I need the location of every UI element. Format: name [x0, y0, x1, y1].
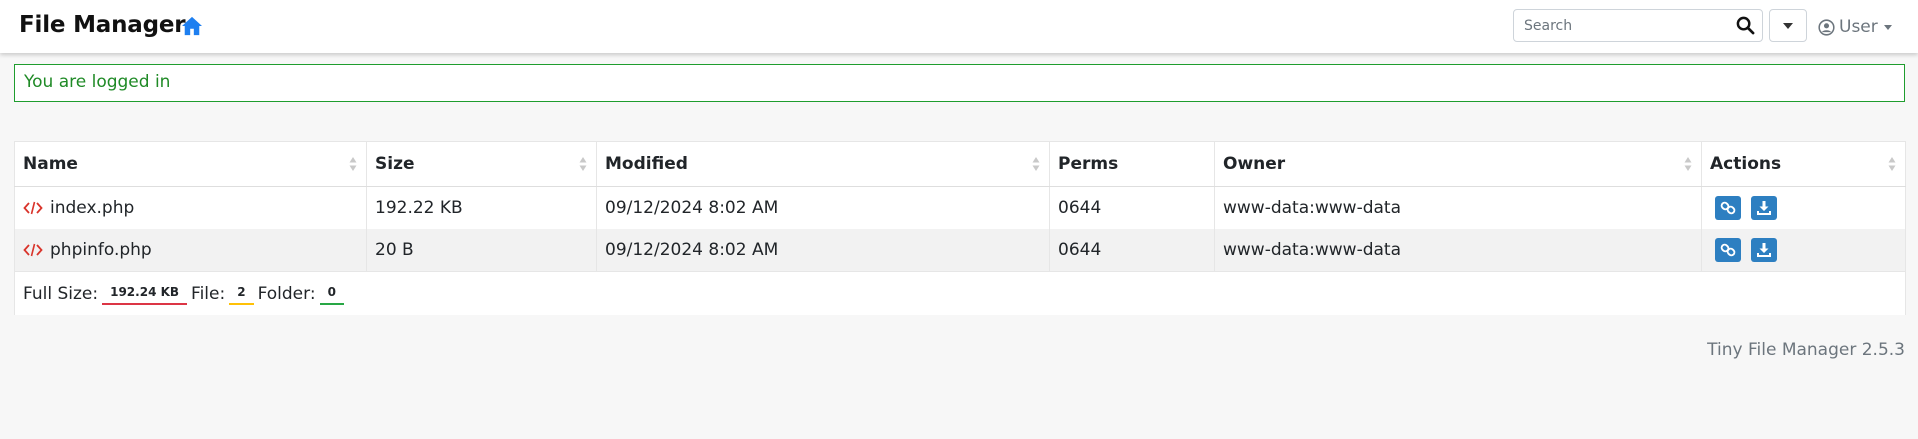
download-icon — [1757, 243, 1771, 257]
column-header-size[interactable]: Size — [366, 141, 597, 187]
file-actions — [1701, 229, 1906, 272]
column-header-owner[interactable]: Owner — [1214, 141, 1702, 187]
file-name-link[interactable]: phpinfo.php — [50, 240, 152, 260]
file-name-link[interactable]: index.php — [50, 198, 134, 218]
folder-count-badge: 0 — [319, 282, 344, 305]
column-header-modified[interactable]: Modified — [596, 141, 1050, 187]
sort-icon — [1888, 157, 1896, 171]
table-header-row: Name Size Modified Perms Owner Actions — [14, 141, 1906, 187]
file-count-badge: 2 — [229, 282, 254, 305]
file-table: Name Size Modified Perms Owner Actions i… — [14, 141, 1906, 315]
file-name-cell[interactable]: phpinfo.php — [14, 229, 367, 272]
home-icon[interactable] — [181, 16, 203, 36]
file-name-cell[interactable]: index.php — [14, 186, 367, 229]
direct-link-button[interactable] — [1715, 238, 1741, 262]
app-version: Tiny File Manager 2.5.3 — [1707, 340, 1905, 360]
file-count-label: File: — [191, 283, 226, 304]
download-button[interactable] — [1751, 238, 1777, 262]
file-owner: www-data:www-data — [1214, 229, 1702, 272]
table-row: phpinfo.php 20 B 09/12/2024 8:02 AM 0644… — [14, 229, 1906, 272]
column-header-actions[interactable]: Actions — [1701, 141, 1906, 187]
table-row: index.php 192.22 KB 09/12/2024 8:02 AM 0… — [14, 186, 1906, 229]
download-button[interactable] — [1751, 196, 1777, 220]
chevron-down-icon — [1883, 24, 1892, 30]
file-actions — [1701, 186, 1906, 229]
file-modified: 09/12/2024 8:02 AM — [596, 186, 1050, 229]
code-icon — [23, 243, 43, 257]
column-header-name[interactable]: Name — [14, 141, 367, 187]
top-navbar: File Manager User — [0, 0, 1918, 53]
search-input[interactable] — [1514, 10, 1730, 41]
sort-icon — [349, 157, 357, 171]
search-icon — [1736, 16, 1755, 35]
summary-cell: Full Size: 192.24 KB File: 2 Folder: 0 — [14, 271, 1906, 315]
file-size: 192.22 KB — [366, 186, 597, 229]
code-icon — [23, 201, 43, 215]
chevron-down-icon — [1783, 22, 1793, 29]
folder-count-label: Folder: — [257, 283, 316, 304]
link-icon — [1720, 243, 1736, 257]
user-label: User — [1839, 17, 1878, 37]
file-owner: www-data:www-data — [1214, 186, 1702, 229]
full-size-badge: 192.24 KB — [102, 282, 188, 305]
table-summary-row: Full Size: 192.24 KB File: 2 Folder: 0 — [14, 271, 1906, 315]
user-menu[interactable]: User — [1818, 16, 1892, 38]
search-group — [1513, 9, 1763, 42]
sort-icon — [579, 157, 587, 171]
file-perms[interactable]: 0644 — [1049, 186, 1215, 229]
full-size-label: Full Size: — [23, 283, 99, 304]
sort-icon — [1684, 157, 1692, 171]
login-alert: You are logged in — [14, 64, 1905, 102]
download-icon — [1757, 201, 1771, 215]
file-perms[interactable]: 0644 — [1049, 229, 1215, 272]
link-icon — [1720, 201, 1736, 215]
file-modified: 09/12/2024 8:02 AM — [596, 229, 1050, 272]
direct-link-button[interactable] — [1715, 196, 1741, 220]
user-circle-icon — [1818, 18, 1835, 36]
column-header-perms: Perms — [1049, 141, 1215, 187]
file-size: 20 B — [366, 229, 597, 272]
app-title[interactable]: File Manager — [19, 12, 186, 38]
sort-icon — [1032, 157, 1040, 171]
search-button[interactable] — [1729, 10, 1762, 41]
search-options-dropdown[interactable] — [1769, 9, 1807, 42]
